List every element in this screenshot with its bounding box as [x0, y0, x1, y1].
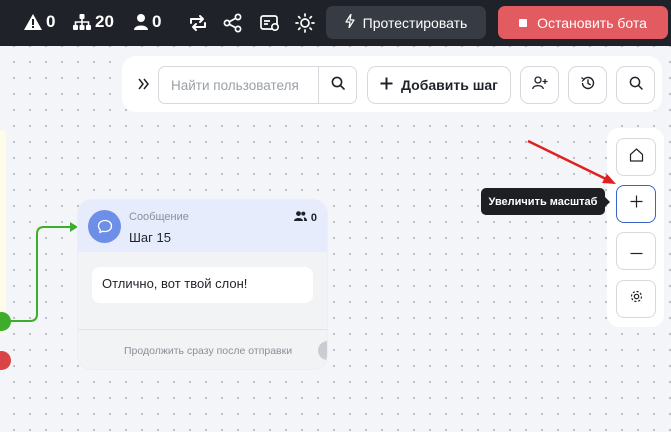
sitemap-icon: [73, 14, 91, 30]
canvas-toolbar: Добавить шаг: [122, 56, 662, 112]
repeat-icon[interactable]: [187, 12, 209, 34]
node-output-port[interactable]: [318, 341, 327, 360]
stop-bot-button[interactable]: Остановить бота: [498, 6, 668, 39]
user-search: [158, 66, 357, 104]
sun-icon[interactable]: [294, 12, 316, 34]
canvas-settings-button[interactable]: [616, 280, 656, 318]
history-button[interactable]: [568, 66, 607, 104]
node-type-label: Сообщение: [129, 211, 189, 223]
stop-button-label: Остановить бота: [537, 14, 647, 31]
test-button[interactable]: Протестировать: [326, 6, 486, 39]
annotation-arrow-line: [527, 139, 609, 182]
add-step-label: Добавить шаг: [401, 77, 498, 93]
user-add-icon: [531, 75, 548, 95]
minus-icon: [630, 242, 643, 260]
zoom-in-button[interactable]: [616, 185, 656, 223]
plus-icon: [380, 77, 393, 93]
search-button[interactable]: [318, 67, 356, 103]
zoom-controls: [607, 128, 664, 327]
connection-port-red[interactable]: [0, 351, 11, 370]
search-input[interactable]: [159, 67, 318, 103]
users-count: 0: [152, 12, 162, 31]
previous-node-edge: [0, 130, 6, 335]
node-users-counter: 0: [293, 211, 317, 224]
home-button[interactable]: [616, 138, 656, 176]
chevrons-right-icon[interactable]: [134, 74, 154, 94]
stop-icon: [519, 18, 528, 27]
node-header: Сообщение Шаг 15 0: [78, 200, 327, 252]
top-bar: 0 20 0 Протестировать Остановить бота: [0, 0, 671, 46]
user-icon: [134, 14, 148, 30]
search-icon: [629, 76, 643, 95]
node-message-text: Отлично, вот твой слон!: [92, 267, 313, 303]
steps-stat[interactable]: 20: [73, 12, 114, 32]
warning-icon: [24, 14, 42, 30]
node-title: Шаг 15: [129, 230, 171, 245]
gear-icon: [629, 289, 644, 309]
green-connector-line: [3, 226, 70, 322]
node-divider: [78, 329, 327, 330]
warnings-count: 0: [46, 12, 56, 31]
users-icon: [293, 211, 307, 224]
chat-bubble-icon: [88, 210, 121, 243]
steps-count: 20: [95, 12, 114, 31]
zoom-out-button[interactable]: [616, 232, 656, 270]
node-footer-text: Продолжить сразу после отправки: [124, 345, 293, 357]
connection-port-green[interactable]: [0, 312, 11, 331]
warnings-stat[interactable]: 0: [24, 12, 55, 32]
add-user-button[interactable]: [520, 66, 559, 104]
search-icon: [331, 76, 345, 95]
plus-icon: [630, 195, 643, 213]
settings-card-icon[interactable]: [259, 12, 281, 34]
share-icon[interactable]: [222, 12, 244, 34]
test-button-label: Протестировать: [362, 14, 468, 31]
node-users-count: 0: [310, 211, 317, 224]
search-canvas-button[interactable]: [616, 66, 655, 104]
add-step-button[interactable]: Добавить шаг: [367, 66, 511, 104]
message-node[interactable]: Сообщение Шаг 15 0 Отлично, вот твой сло…: [78, 200, 327, 369]
users-stat[interactable]: 0: [134, 12, 161, 32]
lightning-icon: [345, 13, 355, 31]
zoom-in-tooltip: Увеличить масштаб: [481, 188, 610, 215]
history-clock-icon: [580, 75, 596, 96]
home-icon: [629, 147, 644, 167]
green-connector-arrowhead: [70, 222, 78, 232]
